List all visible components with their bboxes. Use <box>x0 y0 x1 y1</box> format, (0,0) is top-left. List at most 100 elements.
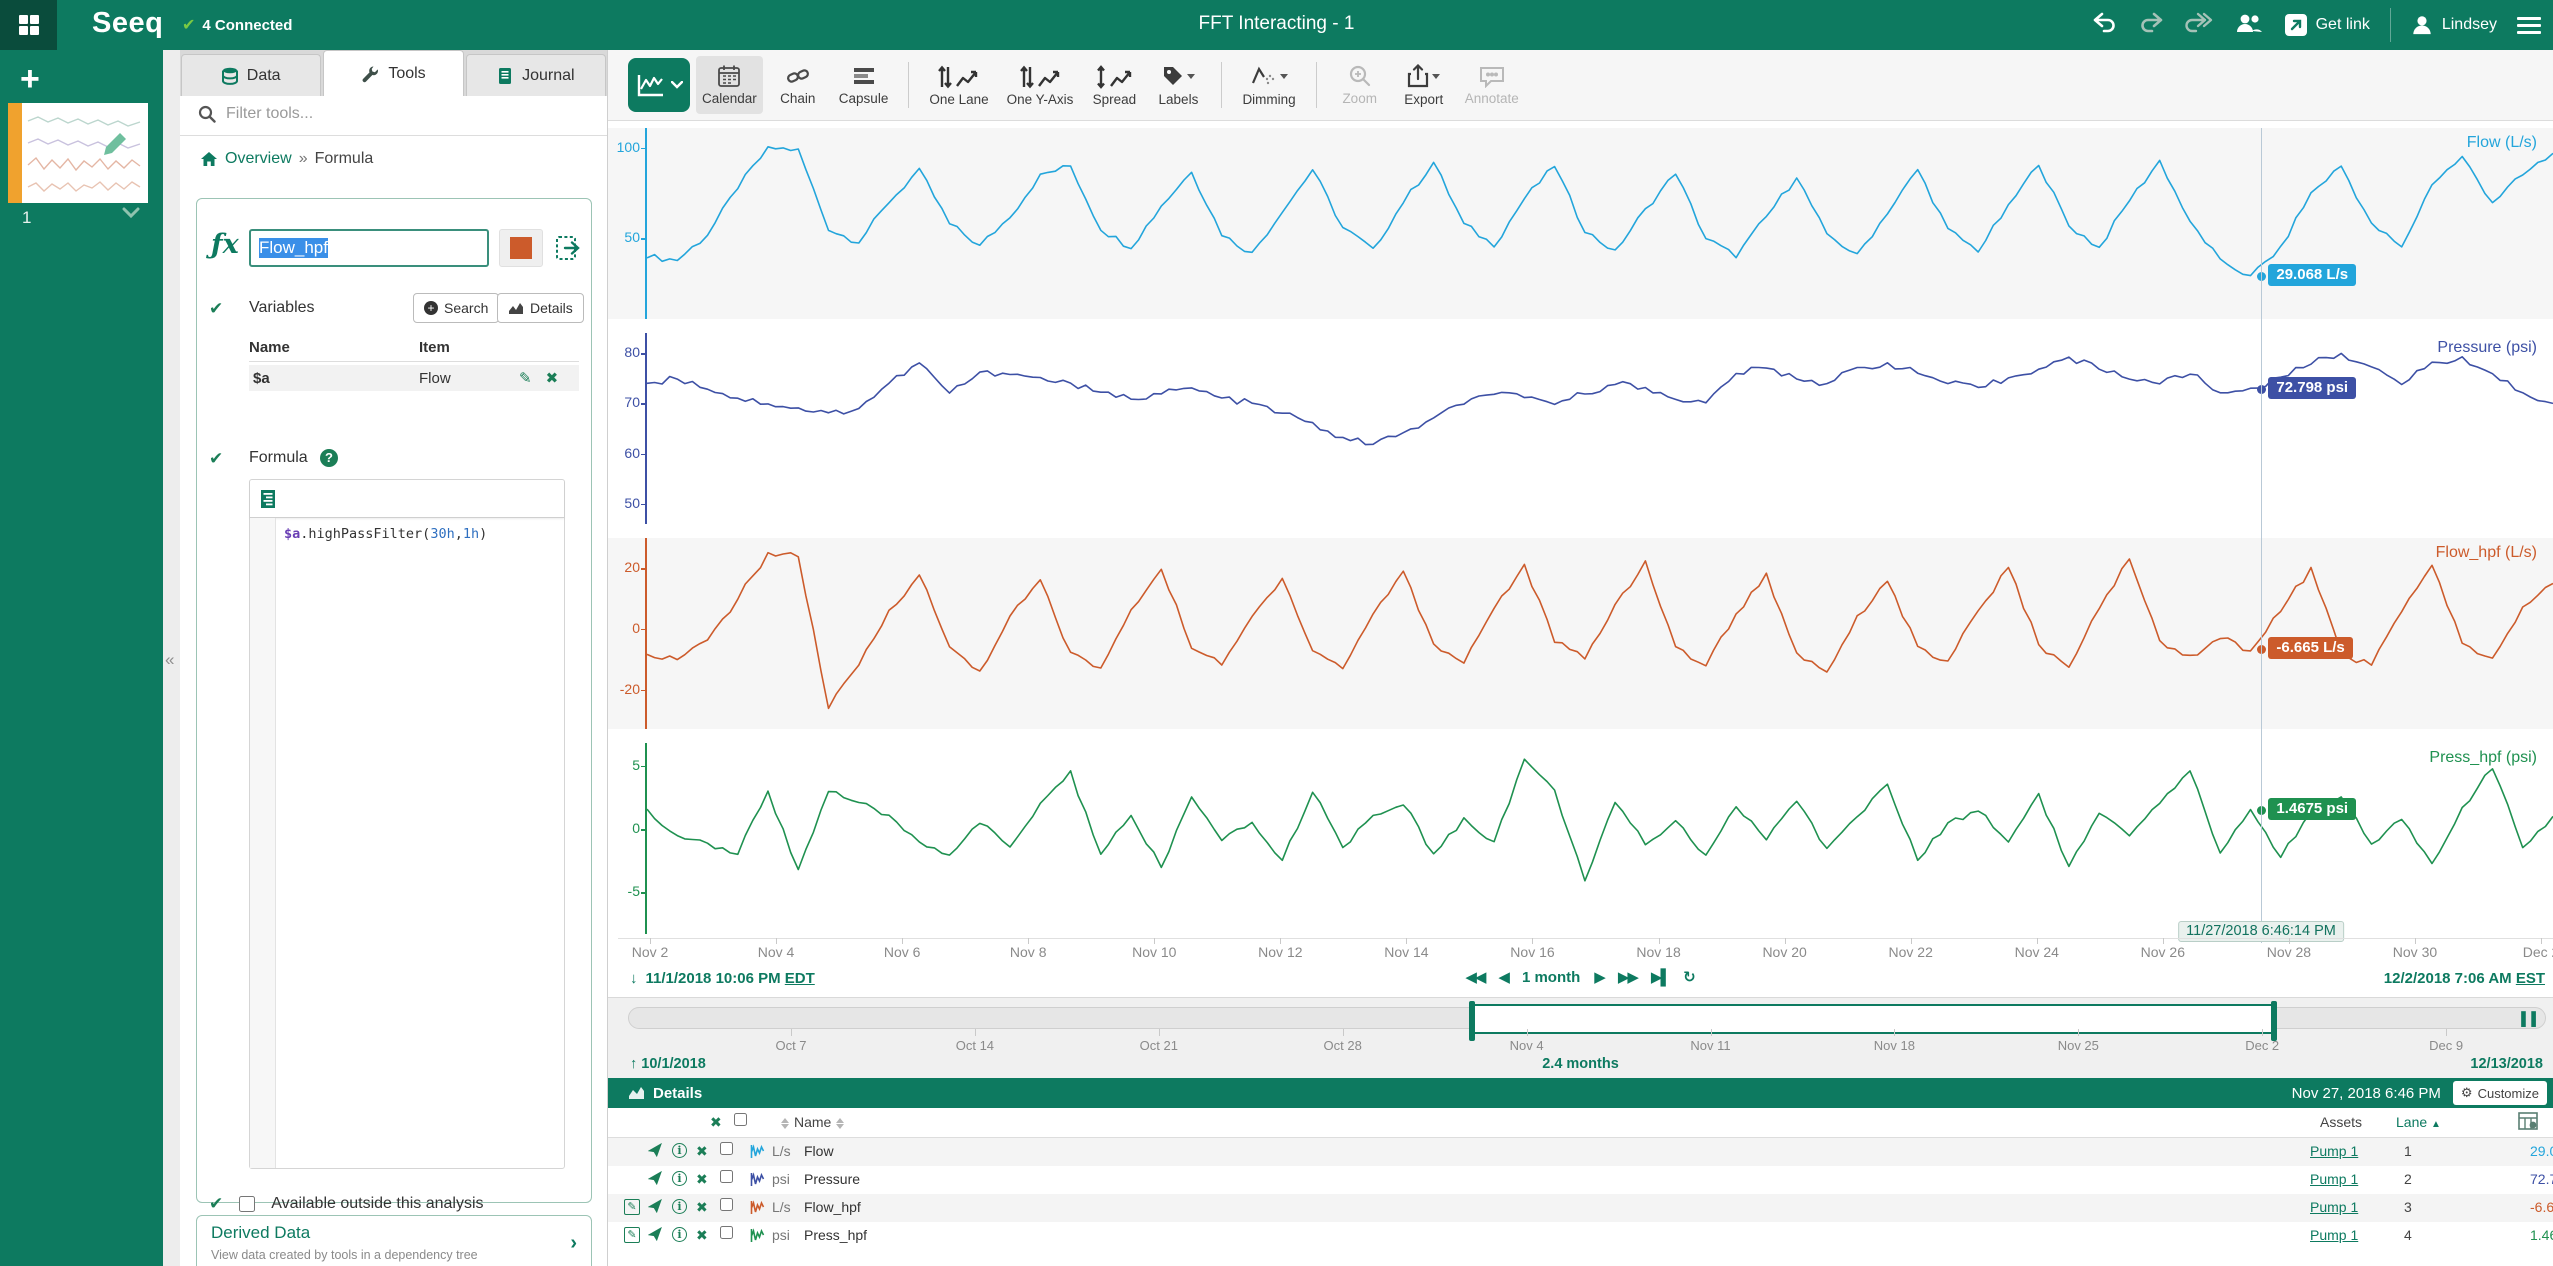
row-name[interactable]: Pressure <box>804 1171 860 1187</box>
row-checkbox[interactable] <box>720 1198 733 1214</box>
get-link-button[interactable]: Get link <box>2284 13 2370 37</box>
step-forward-button[interactable]: ▶ <box>1594 968 1604 986</box>
refresh-icon[interactable]: ↻ <box>1683 968 1696 986</box>
user-menu[interactable]: Lindsey <box>2411 14 2497 36</box>
toolbar-spread[interactable]: Spread <box>1085 56 1143 114</box>
details-row-pressure[interactable]: i✖psiPressurePump 1272.798 <box>608 1166 2553 1194</box>
seeq-logo[interactable]: Seeq <box>92 7 163 40</box>
details-header: Details Nov 27, 2018 6:46 PM ⚙Customize <box>608 1078 2553 1108</box>
timezone-end[interactable]: EST <box>2516 970 2545 987</box>
color-swatch-button[interactable] <box>499 229 543 267</box>
available-outside-label: Available outside this analysis <box>271 1195 483 1213</box>
row-asset-link[interactable]: Pump 1 <box>2310 1227 2358 1243</box>
tab-journal[interactable]: Journal <box>466 54 606 96</box>
details-row-flow[interactable]: i✖L/sFlowPump 1129.068 <box>608 1138 2553 1166</box>
remove-icon[interactable]: ✖ <box>696 1199 708 1216</box>
row-name[interactable]: Press_hpf <box>804 1227 867 1243</box>
view-type-dropdown[interactable] <box>628 58 690 112</box>
row-asset-link[interactable]: Pump 1 <box>2310 1143 2358 1159</box>
row-name[interactable]: Flow_hpf <box>804 1199 861 1215</box>
remove-all-icon[interactable]: ✖ <box>710 1114 722 1131</box>
row-checkbox[interactable] <box>720 1226 733 1242</box>
customize-button[interactable]: ⚙Customize <box>2453 1081 2547 1105</box>
step-size-label[interactable]: 1 month <box>1522 969 1580 986</box>
derived-data-card[interactable]: Derived Data View data created by tools … <box>196 1215 592 1266</box>
step-back-button[interactable]: ◀ <box>1498 968 1508 986</box>
step-back-fast-button[interactable]: ◀◀ <box>1465 968 1484 986</box>
info-icon[interactable]: i <box>672 1199 687 1214</box>
toolbar-annotate[interactable]: Annotate <box>1459 56 1525 114</box>
info-icon[interactable]: i <box>672 1227 687 1242</box>
edit-variable-icon[interactable]: ✎ <box>519 369 532 387</box>
redo-all-button[interactable] <box>2184 11 2214 40</box>
row-checkbox[interactable] <box>720 1170 733 1186</box>
worksheet-chevron-icon[interactable] <box>122 206 140 224</box>
variables-details-button[interactable]: Details <box>497 293 584 323</box>
send-icon[interactable] <box>648 1171 662 1188</box>
info-icon[interactable]: i <box>672 1143 687 1158</box>
connected-label: 4 Connected <box>202 17 292 34</box>
users-icon[interactable] <box>2234 11 2264 40</box>
variables-search-button[interactable]: +Search <box>413 293 499 323</box>
row-checkbox[interactable] <box>720 1142 733 1158</box>
filter-tools-search[interactable]: Filter tools... <box>180 96 607 136</box>
assets-column-header[interactable]: Assets <box>2320 1114 2362 1130</box>
y-tick-label: 50 <box>608 495 640 511</box>
details-row-flow_hpf[interactable]: ✎i✖L/sFlow_hpfPump 13-6.665 <box>608 1194 2553 1222</box>
home-icon[interactable] <box>200 151 218 167</box>
row-asset-link[interactable]: Pump 1 <box>2310 1171 2358 1187</box>
row-name[interactable]: Flow <box>804 1143 834 1159</box>
code-area[interactable]: $a.highPassFilter(30h,1h) <box>250 518 564 1168</box>
connection-status[interactable]: ✔ 4 Connected <box>182 15 292 35</box>
undo-button[interactable] <box>2092 11 2118 40</box>
slider-tick-mark <box>2078 1029 2079 1036</box>
home-grid-button[interactable] <box>0 0 57 50</box>
step-to-end-button[interactable]: ▶▌ <box>1651 968 1669 986</box>
toolbar-labels[interactable]: Labels <box>1149 56 1207 114</box>
remove-icon[interactable]: ✖ <box>696 1227 708 1244</box>
toolbar-one-y-axis[interactable]: One Y-Axis <box>1001 56 1080 114</box>
toolbar-chain[interactable]: Chain <box>769 56 827 114</box>
info-icon[interactable]: i <box>672 1171 687 1186</box>
toolbar-zoom[interactable]: Zoom <box>1331 56 1389 114</box>
formula-editor[interactable]: $a.highPassFilter(30h,1h) <box>249 479 565 1169</box>
remove-icon[interactable]: ✖ <box>696 1143 708 1160</box>
worksheet-thumbnail[interactable] <box>22 103 148 203</box>
lane-column-header[interactable]: Lane ▲ <box>2396 1114 2441 1130</box>
toolbar-capsule[interactable]: Capsule <box>833 56 895 114</box>
send-icon[interactable] <box>648 1143 662 1160</box>
remove-icon[interactable]: ✖ <box>696 1171 708 1188</box>
toolbar-export[interactable]: Export <box>1395 56 1453 114</box>
formula-tool-card: ƒx Flow_hpf ✔ Variables +Search Details … <box>196 198 592 1203</box>
redo-button[interactable] <box>2138 11 2164 40</box>
edit-tool-icon[interactable]: ✎ <box>624 1199 640 1215</box>
hamburger-menu[interactable] <box>2517 13 2541 38</box>
range-end[interactable]: 12/2/2018 7:06 AM EST <box>2384 970 2545 987</box>
formula-name-input[interactable]: Flow_hpf <box>249 229 489 267</box>
table-options-icon[interactable] <box>2518 1112 2538 1130</box>
editor-toolbar <box>250 480 564 518</box>
select-all-checkbox[interactable] <box>734 1113 747 1129</box>
open-in-new-icon[interactable] <box>555 235 581 261</box>
y-tick-label: 70 <box>608 394 640 410</box>
remove-variable-icon[interactable]: ✖ <box>546 369 559 387</box>
collapse-left-handle[interactable]: « <box>165 650 172 670</box>
name-column-header[interactable]: Name <box>776 1114 849 1130</box>
toolbar-calendar[interactable]: Calendar <box>696 56 763 114</box>
toolbar-dimming[interactable]: Dimming <box>1236 56 1301 114</box>
tab-data[interactable]: Data <box>181 54 321 96</box>
send-icon[interactable] <box>648 1199 662 1216</box>
add-worksheet-button[interactable]: + <box>20 62 40 96</box>
step-forward-fast-button[interactable]: ▶▶ <box>1618 968 1637 986</box>
formula-check-icon: ✔ <box>209 449 223 469</box>
details-row-press_hpf[interactable]: ✎i✖psiPress_hpfPump 141.4675 <box>608 1222 2553 1250</box>
toolbar-one-lane[interactable]: One Lane <box>923 56 994 114</box>
document-lines-icon[interactable] <box>260 489 280 509</box>
tab-tools[interactable]: Tools <box>323 50 463 96</box>
send-icon[interactable] <box>648 1227 662 1244</box>
breadcrumb-overview[interactable]: Overview <box>225 150 292 168</box>
formula-help-icon[interactable]: ? <box>320 449 338 467</box>
available-outside-checkbox[interactable] <box>239 1196 255 1212</box>
row-asset-link[interactable]: Pump 1 <box>2310 1199 2358 1215</box>
edit-tool-icon[interactable]: ✎ <box>624 1227 640 1243</box>
